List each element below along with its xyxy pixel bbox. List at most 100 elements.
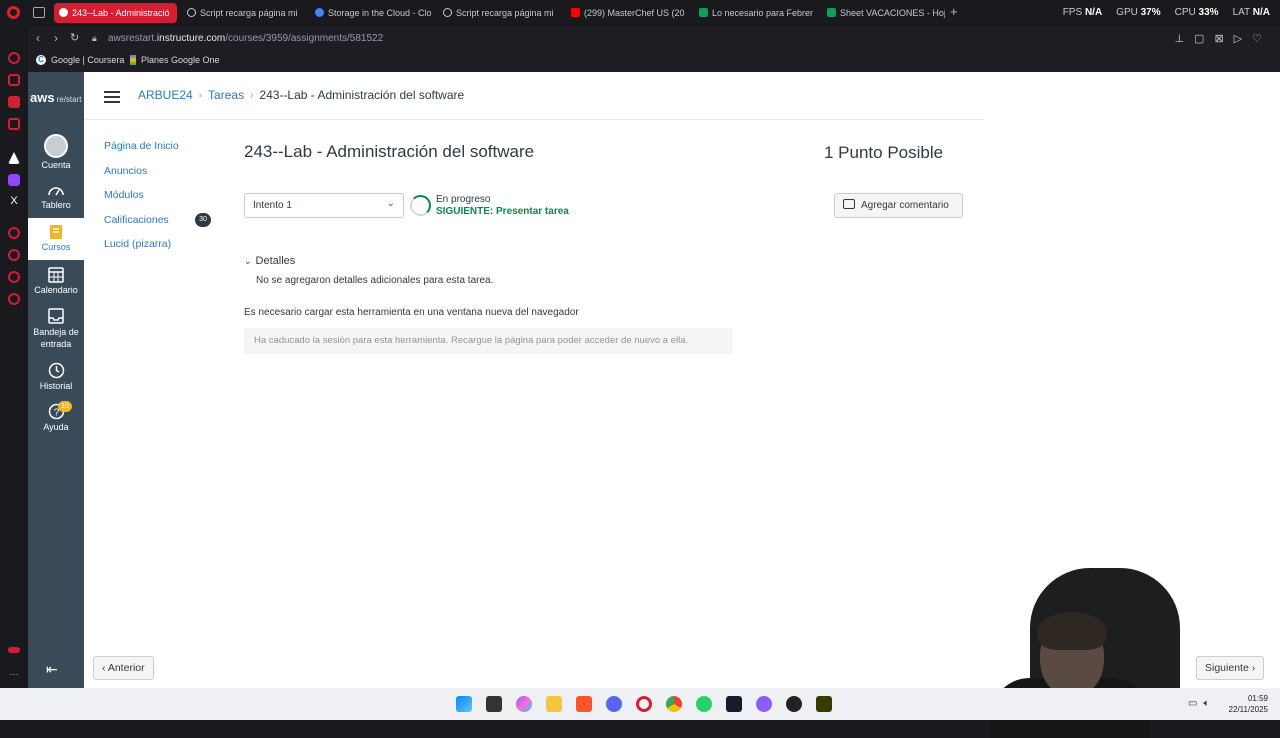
tab-script-2[interactable]: Script recarga página mi — [438, 3, 561, 23]
nav-label: Tablero — [41, 200, 71, 210]
nav-label: Calendario — [34, 285, 78, 295]
url-field[interactable]: awsrestart.instructure.com/courses/3959/… — [108, 33, 383, 44]
collapse-nav-icon[interactable]: ⇤ — [46, 661, 58, 678]
snapshot-icon[interactable]: ▢ — [1194, 32, 1204, 45]
previous-button[interactable]: ‹ Anterior — [93, 656, 154, 680]
attempt-value: Intento 1 — [253, 200, 292, 211]
hamburger-menu-icon[interactable] — [104, 91, 120, 106]
downloads-side-icon[interactable] — [8, 271, 20, 283]
obs-icon[interactable] — [786, 696, 802, 712]
bookmark-google-one[interactable]: Planes Google One — [130, 55, 220, 65]
opera-logo-icon[interactable] — [7, 6, 20, 19]
chevron-right-icon: › — [1251, 662, 1256, 674]
course-nav-modules[interactable]: Módulos — [104, 189, 179, 214]
nav-courses[interactable]: Cursos — [28, 218, 84, 260]
workspaces-icon[interactable] — [33, 7, 45, 18]
tab-canvas-lab[interactable]: 243--Lab - Administració — [54, 3, 177, 23]
add-comment-button[interactable]: Agregar comentario — [834, 193, 963, 218]
url-host: instructure.com — [156, 33, 226, 44]
tab-label: 243--Lab - Administració — [72, 8, 170, 18]
next-step-label: SIGUIENTE: Presentar tarea — [436, 206, 569, 217]
settings-side-icon[interactable] — [8, 293, 20, 305]
details-toggle[interactable]: ⌄ Detalles — [244, 255, 295, 267]
add-comment-label: Agregar comentario — [861, 200, 949, 211]
task-view-icon[interactable] — [486, 696, 502, 712]
inbox-icon — [48, 308, 64, 324]
whatsapp-icon[interactable] — [696, 696, 712, 712]
x-icon[interactable]: X — [8, 195, 20, 207]
courses-icon — [50, 225, 62, 239]
course-nav-lucid[interactable]: Lucid (pizarra) — [104, 238, 179, 263]
heart-icon[interactable]: ♡ — [1252, 32, 1262, 45]
vscode-icon[interactable] — [726, 696, 742, 712]
volume-icon[interactable]: 🔈︎ — [1203, 698, 1209, 709]
tab-label: Storage in the Cloud - Clo — [328, 8, 432, 18]
app2-icon[interactable] — [816, 696, 832, 712]
tab-label: Sheet VACACIONES - Hoj — [840, 8, 945, 18]
tab-sheets-1[interactable]: Lo necesario para Febrer — [694, 3, 817, 23]
messenger-icon[interactable] — [8, 96, 20, 108]
instagram-icon[interactable] — [8, 118, 20, 130]
aws-restart-logo[interactable]: aws re/start — [30, 90, 81, 105]
bag-icon[interactable] — [8, 74, 20, 86]
breadcrumb-assignments[interactable]: Tareas — [208, 88, 244, 102]
breadcrumb-course[interactable]: ARBUE24 — [138, 88, 193, 102]
player-icon[interactable] — [8, 227, 20, 239]
opera-gx-icon[interactable] — [636, 696, 652, 712]
course-navigation: Página de Inicio Anuncios Módulos Califi… — [104, 140, 211, 263]
app-icon[interactable] — [756, 696, 772, 712]
tab-label: Lo necesario para Febrer — [712, 8, 814, 18]
arc-icon[interactable] — [8, 152, 20, 164]
tab-storage-cloud[interactable]: Storage in the Cloud - Clo — [310, 3, 433, 23]
grades-badge: 30 — [195, 212, 211, 227]
breadcrumb-separator-icon: › — [198, 89, 203, 101]
gpu-label: GPU — [1116, 7, 1138, 18]
course-nav-announcements[interactable]: Anuncios — [104, 165, 179, 190]
forward-icon[interactable]: › — [54, 31, 58, 45]
pin-icon[interactable]: ⊥ — [1174, 32, 1184, 45]
file-explorer-icon[interactable] — [546, 696, 562, 712]
course-nav-home[interactable]: Página de Inicio — [104, 140, 179, 165]
cpu-value: 33% — [1198, 7, 1219, 18]
next-button[interactable]: Siguiente › — [1196, 656, 1265, 680]
back-icon[interactable]: ‹ — [36, 31, 40, 45]
nav-dashboard[interactable]: Tablero — [28, 182, 84, 216]
twitch-icon[interactable] — [8, 174, 20, 186]
nav-inbox[interactable]: Bandeja de entrada — [28, 308, 84, 352]
tab-script-1[interactable]: Script recarga página mi — [182, 3, 305, 23]
avatar-icon — [44, 134, 68, 158]
nav-help[interactable]: ? 10 Ayuda — [28, 401, 84, 439]
new-tab-icon[interactable]: + — [950, 4, 958, 19]
discord-icon[interactable] — [606, 696, 622, 712]
breadcrumb-separator-icon: › — [250, 89, 254, 101]
course-nav-grades[interactable]: Calificaciones 30 — [104, 212, 211, 239]
notification-icon[interactable]: ▭ — [1188, 698, 1197, 709]
chevron-down-icon: ⌄ — [386, 198, 395, 209]
send-icon[interactable]: ▷ — [1234, 32, 1242, 45]
nav-label: Cuenta — [41, 160, 71, 170]
history-side-icon[interactable] — [8, 249, 20, 261]
google-favicon-icon — [315, 8, 324, 17]
bookmark-coursera[interactable]: C Google | Coursera — [36, 55, 124, 65]
adblock-icon[interactable]: ⊠ — [1214, 32, 1223, 45]
chrome-icon[interactable] — [666, 696, 682, 712]
aria-icon[interactable] — [8, 52, 20, 64]
history-icon — [48, 362, 64, 379]
brave-icon[interactable] — [576, 696, 592, 712]
nav-account[interactable]: Cuenta — [28, 134, 84, 174]
nav-calendar[interactable]: Calendario — [28, 266, 84, 302]
nav-history[interactable]: Historial — [28, 362, 84, 398]
copilot-icon[interactable] — [516, 696, 532, 712]
address-bar-actions: ⊥ ▢ ⊠ ▷ ♡ — [1174, 32, 1262, 45]
cpu-label: CPU — [1174, 7, 1196, 18]
tab-sheets-2[interactable]: Sheet VACACIONES - Hoj — [822, 3, 945, 23]
chatgpt-favicon-icon — [443, 8, 452, 17]
attempt-select[interactable]: Intento 1 ⌄ — [244, 193, 404, 218]
course-header: ARBUE24 › Tareas › 243--Lab - Administra… — [84, 72, 984, 120]
gx-icon[interactable] — [8, 647, 20, 653]
reload-icon[interactable]: ↻ — [70, 31, 79, 44]
tab-youtube[interactable]: (299) MasterChef US (20 — [566, 3, 689, 23]
start-icon[interactable] — [456, 696, 472, 712]
more-icon[interactable]: ··· — [8, 669, 20, 681]
clock[interactable]: 01:59 22/11/2025 — [1229, 693, 1268, 715]
